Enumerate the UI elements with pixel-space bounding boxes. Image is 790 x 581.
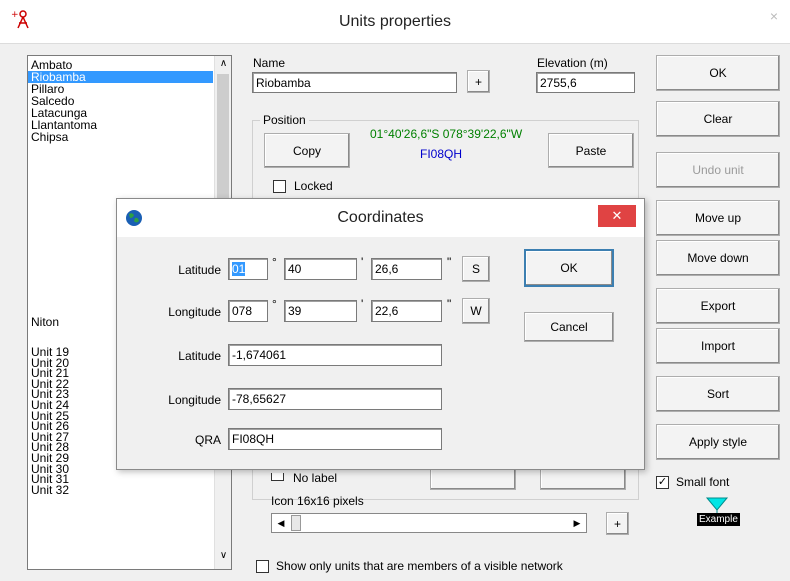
lat-degrees-input[interactable]: 01 bbox=[228, 258, 268, 280]
lat-minutes-input[interactable]: 40 bbox=[284, 258, 357, 280]
example-label: Example bbox=[697, 513, 740, 526]
lat-min-mark: ' bbox=[361, 255, 364, 269]
window-title: Units properties bbox=[338, 13, 452, 30]
window-close-icon[interactable]: × bbox=[764, 6, 784, 26]
slider-left-icon[interactable]: ◀ bbox=[273, 515, 289, 531]
locked-checkbox[interactable] bbox=[273, 180, 286, 193]
import-button[interactable]: Import bbox=[656, 328, 780, 364]
small-font-label: Small font bbox=[676, 475, 730, 489]
undo-unit-button[interactable]: Undo unit bbox=[656, 152, 780, 188]
ok-button[interactable]: OK bbox=[656, 55, 780, 91]
scroll-down-icon[interactable]: ∨ bbox=[215, 550, 232, 564]
lon-degrees-input[interactable]: 078 bbox=[228, 300, 268, 322]
name-plus-button[interactable]: + bbox=[467, 70, 490, 93]
lon-seconds-input[interactable]: 22,6 bbox=[371, 300, 442, 322]
show-only-label: Show only units that are members of a vi… bbox=[276, 559, 563, 573]
elevation-label: Elevation (m) bbox=[537, 56, 608, 70]
scroll-up-icon[interactable]: ∧ bbox=[215, 58, 232, 72]
move-down-button[interactable]: Move down bbox=[656, 240, 780, 276]
no-label-label: No label bbox=[293, 471, 338, 482]
show-only-checkbox[interactable] bbox=[256, 560, 269, 573]
elevation-input[interactable]: 2755,6 bbox=[536, 72, 635, 93]
dialog-ok-button[interactable]: OK bbox=[524, 249, 614, 287]
position-coords: 01°40'26,6"S 078°39'22,6"W bbox=[370, 127, 523, 141]
dialog-close-icon[interactable]: ✕ bbox=[598, 205, 636, 227]
lat-sec-mark: " bbox=[447, 255, 452, 269]
clear-button[interactable]: Clear bbox=[656, 101, 780, 137]
slider-right-icon[interactable]: ▶ bbox=[569, 515, 585, 531]
longitude-label: Longitude bbox=[168, 305, 221, 319]
small-font-checkbox[interactable]: ✓ bbox=[656, 476, 669, 489]
longitude-decimal-label: Longitude bbox=[168, 393, 221, 407]
position-label: Position bbox=[260, 113, 309, 127]
icon-size-slider[interactable]: ◀ ▶ bbox=[271, 513, 587, 533]
example-marker-icon bbox=[704, 496, 730, 514]
sort-button[interactable]: Sort bbox=[656, 376, 780, 412]
list-item[interactable]: Unit 32 bbox=[28, 484, 213, 496]
longitude-decimal-input[interactable]: -78,65627 bbox=[228, 388, 442, 410]
dialog-cancel-button[interactable]: Cancel bbox=[524, 312, 614, 342]
lat-seconds-input[interactable]: 26,6 bbox=[371, 258, 442, 280]
list-item[interactable]: Chipsa bbox=[28, 131, 213, 143]
lon-hemisphere-button[interactable]: W bbox=[462, 298, 490, 324]
icon-size-label: Icon 16x16 pixels bbox=[271, 494, 364, 508]
name-label: Name bbox=[253, 56, 286, 70]
apply-style-button[interactable]: Apply style bbox=[656, 424, 780, 460]
icon-plus-button[interactable]: + bbox=[606, 512, 629, 535]
no-label-checkbox[interactable] bbox=[271, 473, 284, 481]
lon-deg-mark: ° bbox=[272, 297, 277, 311]
lon-min-mark: ' bbox=[361, 297, 364, 311]
lat-degrees-value: 01 bbox=[232, 262, 246, 276]
latitude-label: Latitude bbox=[178, 263, 221, 277]
lat-deg-mark: ° bbox=[272, 255, 277, 269]
dialog-title: Coordinates bbox=[337, 209, 424, 226]
name-input[interactable]: Riobamba bbox=[252, 72, 457, 93]
lat-hemisphere-button[interactable]: S bbox=[462, 256, 490, 282]
lon-sec-mark: " bbox=[447, 297, 452, 311]
qra-input[interactable]: FI08QH bbox=[228, 428, 442, 450]
qra-label: QRA bbox=[194, 433, 221, 447]
slider-thumb[interactable] bbox=[291, 515, 301, 531]
latitude-decimal-label: Latitude bbox=[178, 349, 221, 363]
move-up-button[interactable]: Move up bbox=[656, 200, 780, 236]
copy-button[interactable]: Copy bbox=[264, 133, 350, 168]
export-button[interactable]: Export bbox=[656, 288, 780, 324]
latitude-decimal-input[interactable]: -1,674061 bbox=[228, 344, 442, 366]
lon-minutes-input[interactable]: 39 bbox=[284, 300, 357, 322]
position-locator: FI08QH bbox=[420, 147, 463, 161]
coordinates-dialog: Coordinates ✕ Latitude 01 ° 40 ' 26,6 " … bbox=[116, 198, 645, 470]
paste-button[interactable]: Paste bbox=[548, 133, 634, 168]
locked-label: Locked bbox=[294, 179, 333, 193]
